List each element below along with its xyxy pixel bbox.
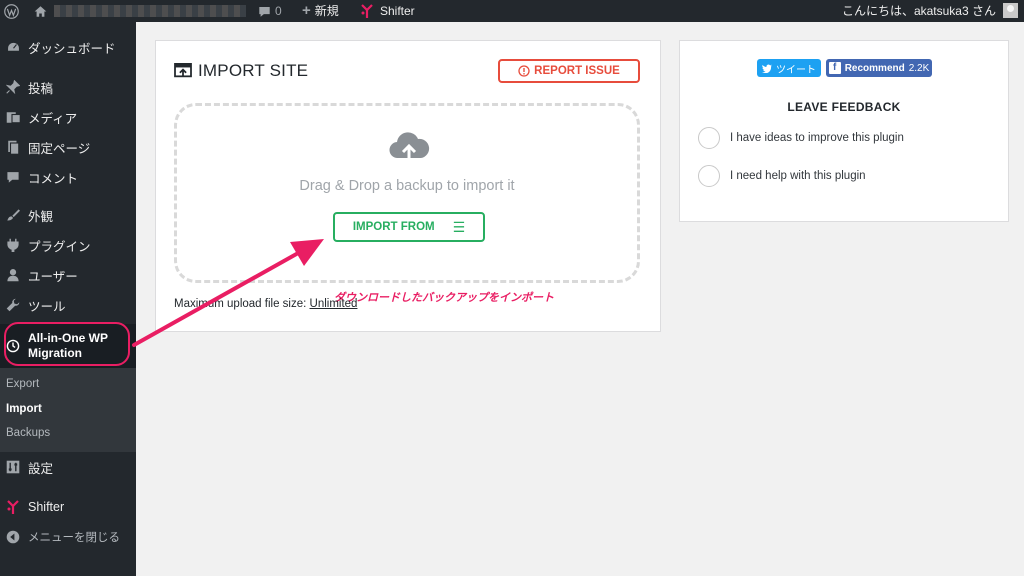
new-label: 新規 bbox=[314, 4, 339, 18]
page-icon bbox=[5, 139, 21, 155]
import-site-panel: IMPORT SITE REPORT ISSUE Drag & Drop a b… bbox=[155, 40, 661, 332]
admin-bar: 0 + 新規 Shifter こんにちは、akatsuka3 さん bbox=[0, 0, 1024, 22]
facebook-recommend-button[interactable]: f Recommend 2.2K bbox=[826, 59, 932, 77]
pin-icon bbox=[5, 79, 21, 95]
sidebar-item-appearance[interactable]: 外観 bbox=[0, 200, 136, 230]
wrench-icon bbox=[5, 297, 21, 313]
sidebar-item-pages[interactable]: 固定ページ bbox=[0, 132, 136, 162]
recommend-label: Recommend bbox=[844, 62, 905, 74]
admin-bar-comments[interactable]: 0 bbox=[258, 0, 282, 22]
cloud-upload-icon bbox=[389, 132, 430, 161]
sidebar-item-label: 投稿 bbox=[28, 81, 54, 96]
feedback-option-label: I have ideas to improve this plugin bbox=[730, 132, 904, 144]
media-icon bbox=[5, 109, 21, 125]
sidebar-item-label: メニューを閉じる bbox=[28, 532, 120, 544]
max-upload-prefix: Maximum upload file size: bbox=[174, 298, 307, 310]
sidebar-item-posts[interactable]: 投稿 bbox=[0, 72, 136, 102]
hamburger-icon: ☰ bbox=[452, 218, 466, 235]
shifter-logo-icon bbox=[361, 4, 373, 18]
tweet-label: ツイート bbox=[776, 64, 816, 76]
sidebar-item-users[interactable]: ユーザー bbox=[0, 260, 136, 290]
report-issue-label: REPORT ISSUE bbox=[534, 65, 620, 77]
sidebar-item-media[interactable]: メディア bbox=[0, 102, 136, 132]
avatar[interactable] bbox=[1003, 3, 1018, 18]
plug-icon bbox=[5, 237, 21, 253]
recommend-count: 2.2K bbox=[908, 62, 930, 74]
sidebar-item-label: 設定 bbox=[28, 461, 54, 476]
import-from-label: IMPORT FROM bbox=[352, 221, 435, 233]
collapse-arrow-icon bbox=[5, 529, 21, 545]
comment-icon bbox=[5, 169, 21, 185]
submenu-item-backups[interactable]: Backups bbox=[6, 427, 50, 439]
feedback-option-help[interactable]: I need help with this plugin bbox=[698, 165, 866, 187]
admin-sidebar: ダッシュボード 投稿 メディア 固定ページ コメント 外観 プラグイン ユーザー… bbox=[0, 22, 136, 576]
home-icon[interactable] bbox=[34, 0, 47, 22]
sidebar-submenu: Export Import Backups bbox=[0, 368, 136, 452]
site-name-blurred[interactable] bbox=[54, 5, 246, 17]
plus-icon: + bbox=[302, 2, 311, 19]
sidebar-item-label: コメント bbox=[28, 171, 79, 186]
admin-bar-greeting[interactable]: こんにちは、akatsuka3 さん bbox=[842, 0, 996, 22]
max-upload-info: Maximum upload file size: Unlimited bbox=[174, 298, 357, 310]
annotation-text: ダウンロードしたバックアップをインポート bbox=[334, 292, 554, 304]
sidebar-item-comments[interactable]: コメント bbox=[0, 162, 136, 192]
settings-icon bbox=[5, 459, 21, 475]
sidebar-item-settings[interactable]: 設定 bbox=[0, 452, 136, 482]
twitter-bird-icon bbox=[762, 64, 772, 73]
feedback-option-ideas[interactable]: I have ideas to improve this plugin bbox=[698, 127, 904, 149]
sidebar-item-label: メディア bbox=[28, 111, 78, 126]
brush-icon bbox=[5, 207, 21, 223]
import-title-text: IMPORT SITE bbox=[198, 61, 309, 80]
sidebar-item-label: プラグイン bbox=[28, 239, 91, 254]
sidebar-item-tools[interactable]: ツール bbox=[0, 290, 136, 320]
user-icon bbox=[5, 267, 21, 283]
sidebar-item-plugins[interactable]: プラグイン bbox=[0, 230, 136, 260]
sidebar-item-label: 外観 bbox=[28, 209, 54, 224]
radio-button[interactable] bbox=[698, 127, 720, 149]
sidebar-item-label: ツール bbox=[28, 299, 66, 314]
submenu-item-export[interactable]: Export bbox=[6, 378, 39, 390]
admin-bar-shifter[interactable]: Shifter bbox=[360, 0, 415, 22]
radio-button[interactable] bbox=[698, 165, 720, 187]
alert-icon bbox=[518, 65, 530, 77]
drop-zone[interactable]: Drag & Drop a backup to import it IMPORT… bbox=[174, 103, 640, 283]
page-title: IMPORT SITE bbox=[174, 61, 308, 81]
sidebar-item-label: Shifter bbox=[28, 500, 65, 514]
import-upload-icon bbox=[174, 63, 192, 78]
annotation-circle bbox=[4, 322, 130, 366]
sidebar-item-shifter[interactable]: Shifter bbox=[0, 492, 136, 522]
report-issue-button[interactable]: REPORT ISSUE bbox=[498, 59, 640, 83]
feedback-panel: ツイート f Recommend 2.2K LEAVE FEEDBACK I h… bbox=[679, 40, 1009, 222]
collapse-menu-button[interactable]: メニューを閉じる bbox=[0, 522, 136, 552]
comments-count: 0 bbox=[275, 4, 282, 18]
feedback-option-label: I need help with this plugin bbox=[730, 170, 866, 182]
admin-bar-new[interactable]: + 新規 bbox=[302, 0, 339, 22]
sidebar-item-label: ダッシュボード bbox=[28, 41, 116, 56]
sidebar-item-dashboard[interactable]: ダッシュボード bbox=[0, 32, 136, 62]
dashboard-icon bbox=[5, 39, 21, 55]
import-from-button[interactable]: IMPORT FROM ☰ bbox=[333, 212, 485, 242]
sidebar-item-label: ユーザー bbox=[28, 269, 78, 284]
wordpress-logo-icon[interactable] bbox=[4, 0, 20, 22]
drop-instruction: Drag & Drop a backup to import it bbox=[299, 178, 515, 194]
shifter-logo-icon bbox=[5, 499, 21, 515]
feedback-title: LEAVE FEEDBACK bbox=[787, 100, 901, 114]
tweet-button[interactable]: ツイート bbox=[757, 59, 821, 77]
submenu-item-import[interactable]: Import bbox=[6, 403, 42, 415]
sidebar-item-label: 固定ページ bbox=[28, 141, 91, 156]
max-upload-link[interactable]: Unlimited bbox=[310, 298, 358, 310]
facebook-icon: f bbox=[828, 62, 841, 74]
shifter-label: Shifter bbox=[380, 4, 415, 18]
comment-bubble-icon bbox=[259, 6, 270, 17]
